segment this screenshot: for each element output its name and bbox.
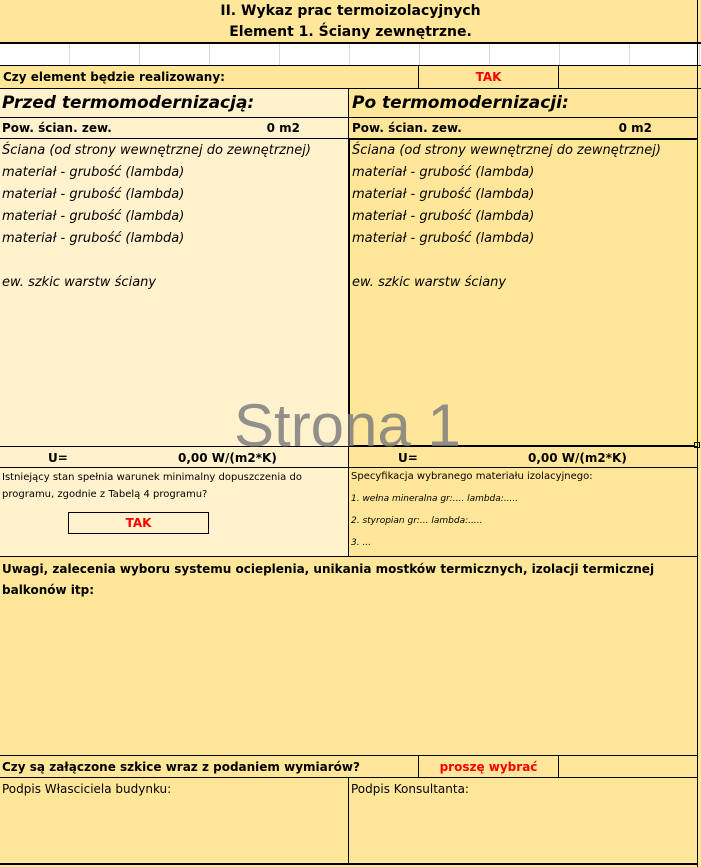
realization-answer-select[interactable]: TAK (419, 70, 558, 84)
sketches-divider-2 (558, 756, 559, 778)
before-sketch-label: ew. szkic warstw ściany (2, 275, 157, 290)
before-area-label: Pow. ścian. zew. (2, 121, 112, 135)
remarks-line2: balkonów itp: (2, 583, 94, 597)
form-sheet: II. Wykaz prac termoizolacyjnych Element… (0, 0, 701, 867)
before-heading: Przed termomodernizacją: (2, 93, 255, 113)
after-material-3: materiał - grubość (lambda) (352, 209, 535, 224)
after-sketch-label: ew. szkic warstw ściany (352, 275, 507, 290)
sketches-answer-select[interactable]: proszę wybrać (419, 760, 558, 774)
header-title-line1: II. Wykaz prac termoizolacyjnych (220, 3, 481, 19)
after-u-value: 0,00 W/(m2*K) (528, 451, 627, 465)
signature-divider (348, 778, 349, 865)
condition-text-line1: Istniejący stan spełnia warunek minimaln… (2, 472, 302, 483)
after-area-value: 0 m2 (618, 121, 652, 135)
before-material-2: materiał - grubość (lambda) (2, 187, 185, 202)
condition-text-line2: programu, zgodnie z Tabelą 4 programu? (2, 489, 208, 500)
before-material-4: materiał - grubość (lambda) (2, 231, 185, 246)
after-area-label: Pow. ścian. zew. (352, 121, 462, 135)
before-u-label: U= (48, 451, 68, 465)
after-wall-line: Ściana (od strony wewnętrznej do zewnętr… (352, 143, 661, 158)
realization-divider-2 (558, 66, 559, 89)
signature-owner: Podpis Własciciela budynku: (2, 782, 172, 796)
before-area-value: 0 m2 (266, 121, 300, 135)
before-panel (0, 89, 349, 556)
remarks-line1: Uwagi, zalecenia wyboru systemu ocieplen… (2, 562, 655, 576)
spacer-row (0, 44, 701, 66)
signature-consultant: Podpis Konsultanta: (351, 782, 469, 796)
spec-title: Specyfikacja wybranego materiału izolacy… (351, 471, 593, 482)
after-material-2: materiał - grubość (lambda) (352, 187, 535, 202)
realization-question: Czy element będzie realizowany: (3, 70, 225, 84)
spec-item-1: 1. wełna mineralna gr:.... lambda:..... (351, 494, 519, 504)
after-material-4: materiał - grubość (lambda) (352, 231, 535, 246)
spec-item-3: 3. ... (351, 538, 372, 548)
before-wall-line: Ściana (od strony wewnętrznej do zewnętr… (2, 143, 311, 158)
condition-answer-text: TAK (125, 516, 152, 530)
after-heading: Po termomodernizacji: (352, 93, 569, 113)
right-edge-line (697, 0, 698, 867)
sketches-question: Czy są załączone szkice wraz z podaniem … (2, 760, 360, 774)
after-material-1: materiał - grubość (lambda) (352, 165, 535, 180)
before-material-3: materiał - grubość (lambda) (2, 209, 185, 224)
page-watermark: Strona 1 (234, 392, 461, 459)
header-title-line2: Element 1. Ściany zewnętrzne. (229, 24, 472, 40)
before-material-1: materiał - grubość (lambda) (2, 165, 185, 180)
remarks-block (0, 556, 698, 756)
spec-item-2: 2. styropian gr:... lambda:..... (351, 516, 483, 526)
